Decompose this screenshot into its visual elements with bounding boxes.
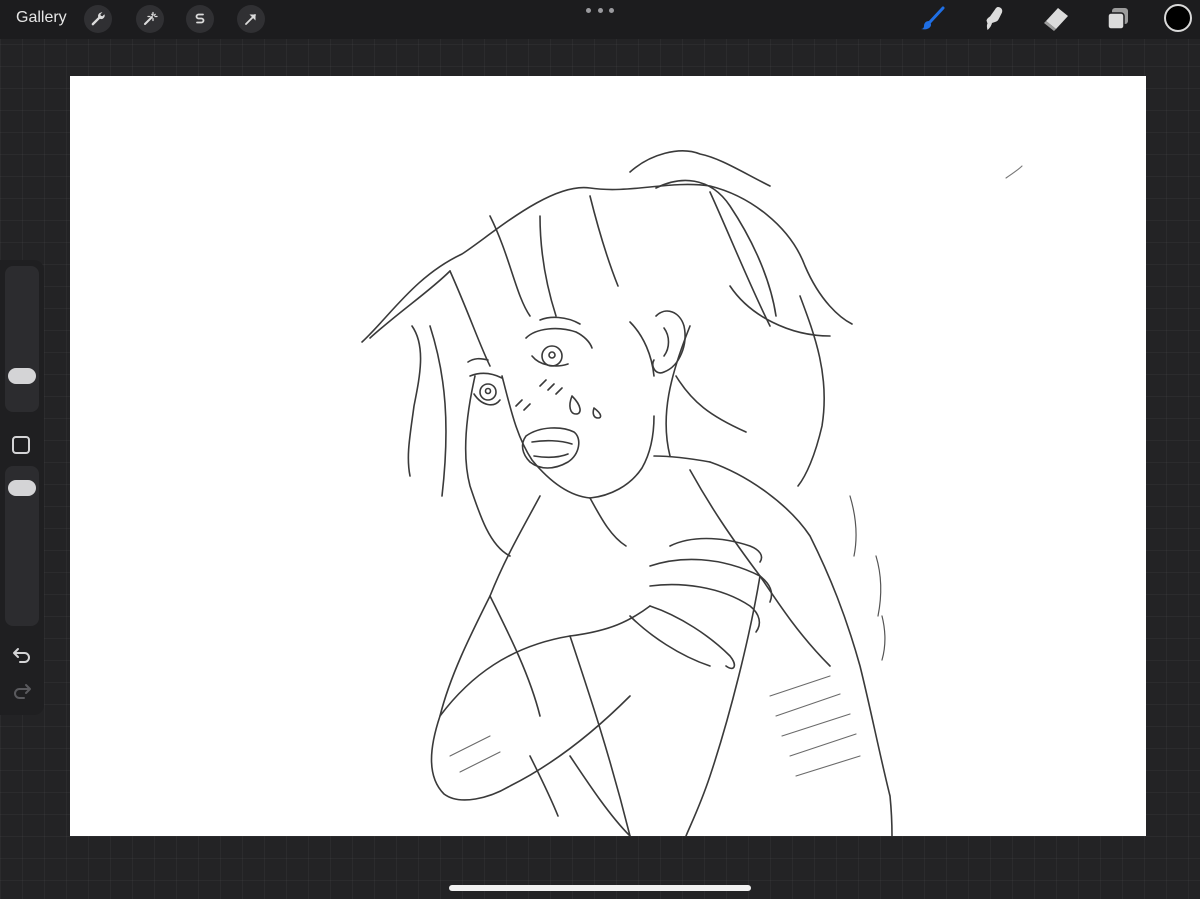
modify-button[interactable]	[12, 436, 30, 454]
brush-size-thumb[interactable]	[8, 368, 36, 384]
top-toolbar: Gallery	[0, 0, 1200, 39]
opacity-slider[interactable]	[5, 466, 39, 626]
more-options-icon[interactable]	[586, 4, 614, 16]
layers-icon[interactable]	[1103, 4, 1133, 34]
transform-arrow-icon[interactable]	[237, 5, 265, 33]
sketch-drawing	[361, 150, 1023, 836]
brush-icon[interactable]	[918, 4, 948, 34]
eraser-icon[interactable]	[1041, 4, 1071, 34]
drawing-canvas[interactable]	[70, 76, 1146, 836]
magic-wand-icon[interactable]	[136, 5, 164, 33]
opacity-thumb[interactable]	[8, 480, 36, 496]
undo-icon[interactable]	[11, 644, 33, 666]
color-picker-button[interactable]	[1164, 4, 1192, 32]
gallery-button[interactable]: Gallery	[16, 9, 67, 27]
home-indicator[interactable]	[449, 885, 751, 891]
redo-icon[interactable]	[11, 680, 33, 702]
left-sidebar	[0, 260, 44, 715]
brush-size-slider[interactable]	[5, 266, 39, 412]
wrench-icon[interactable]	[84, 5, 112, 33]
smudge-icon[interactable]	[979, 4, 1009, 34]
selection-s-icon[interactable]	[186, 5, 214, 33]
